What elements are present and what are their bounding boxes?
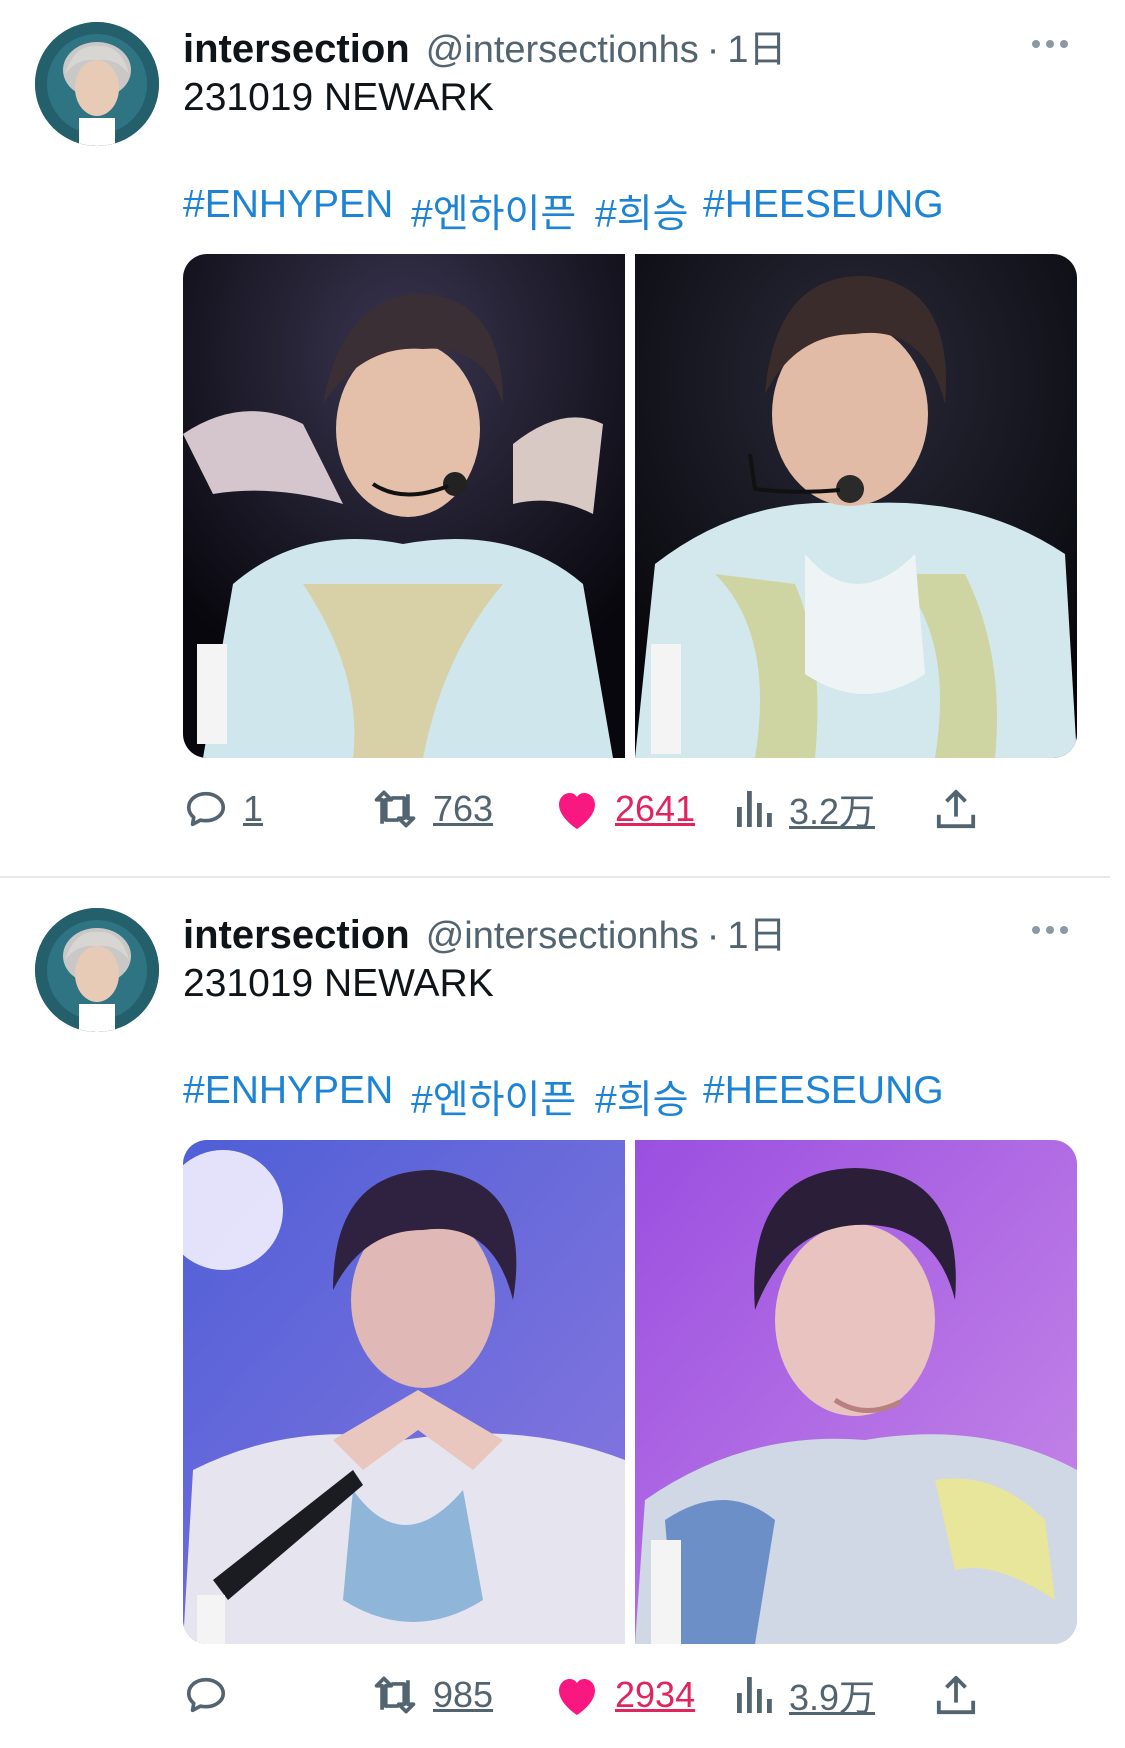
views-count: 3.9万 [789,1677,876,1718]
media-grid [183,1140,1077,1644]
views-count: 3.2万 [789,791,876,832]
reply-button[interactable] [183,1668,243,1722]
retweet-button[interactable]: 985 [371,1668,493,1722]
retweet-count: 763 [433,788,494,829]
hashtag-heeseung-korean[interactable]: #희승 [595,183,688,239]
tweet-text: 231019 NEWARK [183,962,494,1005]
hashtag-heeseung-korean[interactable]: #희승 [595,1069,688,1125]
share-button[interactable] [935,782,977,836]
user-handle[interactable]: @intersectionhs [426,29,699,72]
avatar[interactable] [35,908,159,1032]
photo[interactable] [635,1140,1077,1644]
views-button[interactable]: 3.2万 [735,782,875,836]
more-icon[interactable] [1032,926,1068,934]
photo[interactable] [183,254,625,758]
views-icon [737,791,772,827]
reply-button[interactable]: 1 [183,782,263,836]
timestamp[interactable]: 1日 [727,18,786,73]
media-grid [183,254,1077,758]
hashtag-enhypen-korean[interactable]: #엔하이픈 [411,183,576,239]
display-name[interactable]: intersection [183,27,410,72]
tweet-header: intersection @intersectionhs · 1日 [183,18,787,73]
retweet-icon [374,1676,416,1714]
retweet-icon [374,790,416,828]
tweet[interactable]: intersection @intersectionhs · 1日 231019… [0,0,1125,877]
hashtag-enhypen-korean[interactable]: #엔하이픈 [411,1069,576,1125]
hashtag-heeseung[interactable]: #HEESEUNG [703,1069,944,1113]
views-icon [737,1677,772,1713]
retweet-count: 985 [433,1674,494,1715]
tweet-text: 231019 NEWARK [183,76,494,119]
share-icon [936,1675,976,1715]
retweet-button[interactable]: 763 [371,782,493,836]
heart-icon [559,793,595,829]
tweet-header: intersection @intersectionhs · 1日 [183,904,787,959]
avatar[interactable] [35,22,159,146]
heart-icon [559,1679,595,1715]
photo[interactable] [183,1140,625,1644]
share-icon [936,789,976,829]
timestamp[interactable]: 1日 [727,904,786,959]
reply-icon [186,791,226,827]
action-bar: 985 2934 3.9万 [183,1668,1083,1722]
user-handle[interactable]: @intersectionhs [426,915,699,958]
display-name[interactable]: intersection [183,913,410,958]
divider [0,876,1110,878]
photo[interactable] [635,254,1077,758]
separator-dot: · [706,915,720,957]
hashtag-enhypen[interactable]: #ENHYPEN [183,1069,393,1113]
like-count: 2934 [615,1674,696,1715]
more-icon[interactable] [1032,40,1068,48]
hashtag-heeseung[interactable]: #HEESEUNG [703,183,944,227]
reply-count: 1 [243,788,264,829]
like-count: 2641 [615,788,696,829]
like-button[interactable]: 2934 [553,1668,695,1722]
reply-icon [186,1677,226,1713]
views-button[interactable]: 3.9万 [735,1668,875,1722]
share-button[interactable] [935,1668,977,1722]
hashtag-enhypen[interactable]: #ENHYPEN [183,183,393,227]
action-bar: 1 763 2641 3.2万 [183,782,1083,836]
like-button[interactable]: 2641 [553,782,695,836]
tweet[interactable]: intersection @intersectionhs · 1日 231019… [0,886,1125,1748]
separator-dot: · [706,29,720,71]
